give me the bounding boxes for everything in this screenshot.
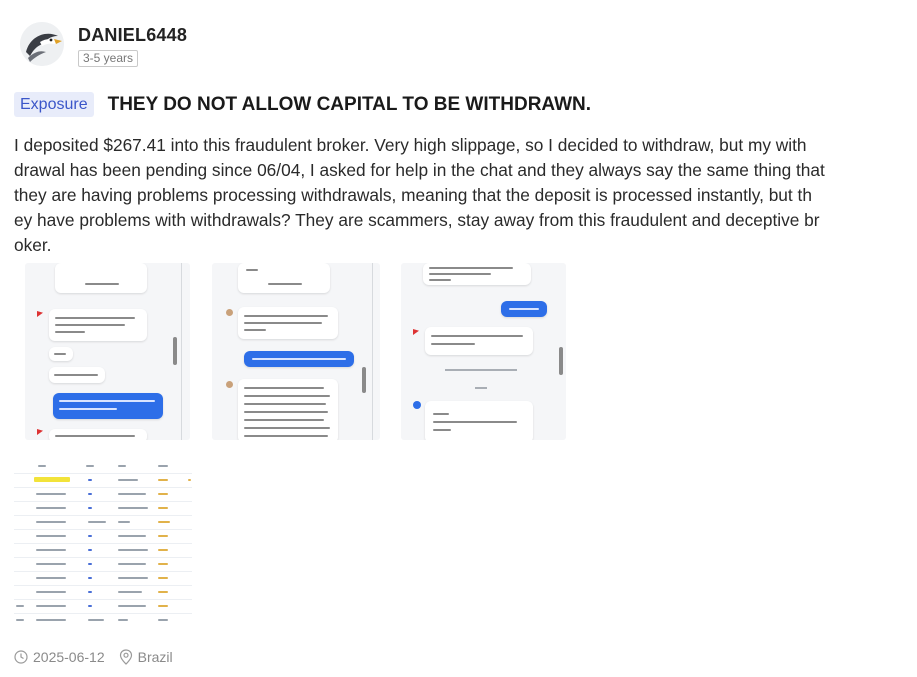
exposure-tag: Exposure bbox=[14, 92, 94, 117]
eagle-avatar-icon bbox=[20, 22, 64, 66]
avatar[interactable] bbox=[20, 22, 64, 66]
attachment-image-3[interactable] bbox=[401, 263, 566, 440]
attachment-image-2[interactable] bbox=[212, 263, 380, 440]
attachment-image-4[interactable] bbox=[14, 455, 192, 625]
clock-icon bbox=[14, 650, 28, 664]
post-header: DANIEL6448 3-5 years bbox=[20, 22, 187, 67]
attachment-image-1[interactable] bbox=[25, 263, 190, 440]
experience-badge: 3-5 years bbox=[78, 50, 139, 67]
post-date: 2025-06-12 bbox=[14, 649, 105, 665]
post-title: THEY DO NOT ALLOW CAPITAL TO BE WITHDRAW… bbox=[107, 93, 592, 115]
post-body: I deposited $267.41 into this fraudulent… bbox=[14, 135, 825, 255]
post-location-text: Brazil bbox=[137, 649, 173, 665]
post-footer: 2025-06-12 Brazil bbox=[14, 649, 187, 665]
post-title-row: Exposure THEY DO NOT ALLOW CAPITAL TO BE… bbox=[14, 92, 591, 117]
username[interactable]: DANIEL6448 bbox=[78, 25, 187, 46]
post-date-text: 2025-06-12 bbox=[33, 649, 105, 665]
post-location: Brazil bbox=[119, 649, 173, 665]
location-pin-icon bbox=[119, 649, 132, 665]
